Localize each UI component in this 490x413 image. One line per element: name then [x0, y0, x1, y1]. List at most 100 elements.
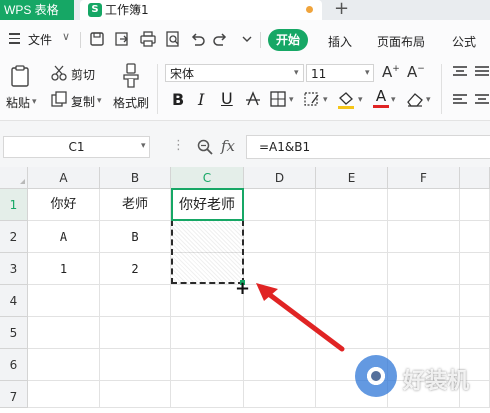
align-center-icon[interactable]: [474, 92, 490, 112]
chevron-down-icon[interactable]: ▾: [365, 68, 370, 78]
row-header-3[interactable]: 3: [0, 253, 28, 285]
cell-f1[interactable]: [388, 189, 460, 221]
column-header-g[interactable]: [460, 167, 490, 189]
row-header-2[interactable]: 2: [0, 221, 28, 253]
chevron-down-icon[interactable]: ▾: [294, 68, 299, 78]
cell-e2[interactable]: [316, 221, 388, 253]
clear-format-icon[interactable]: [405, 90, 425, 112]
copy-button[interactable]: 复制: [71, 93, 95, 110]
print-preview-icon[interactable]: [164, 30, 182, 48]
cell-f3[interactable]: [388, 253, 460, 285]
chevron-down-icon[interactable]: ▾: [141, 141, 146, 151]
undo-icon[interactable]: [188, 30, 206, 48]
chevron-down-icon[interactable]: ▾: [358, 95, 363, 105]
cell-style-icon[interactable]: [303, 90, 321, 112]
insert-function-button[interactable]: fx: [221, 137, 235, 155]
cell-b3[interactable]: 2: [100, 253, 171, 285]
font-name-select[interactable]: 宋体: [165, 64, 304, 82]
select-all-corner[interactable]: [0, 167, 28, 189]
paste-icon[interactable]: [10, 64, 32, 92]
column-header-f[interactable]: F: [388, 167, 460, 189]
cell-f5[interactable]: [388, 317, 460, 349]
cell-g4[interactable]: [460, 285, 490, 317]
chevron-down-icon[interactable]: ▾: [426, 95, 431, 105]
cell-b1[interactable]: 老师: [100, 189, 171, 221]
tab-page-layout[interactable]: 页面布局: [377, 33, 425, 50]
row-header-7[interactable]: 7: [0, 381, 28, 408]
cell-a1[interactable]: 你好: [28, 189, 100, 221]
column-header-c[interactable]: C: [171, 167, 244, 189]
cell-a4[interactable]: [28, 285, 100, 317]
cell-g1[interactable]: [460, 189, 490, 221]
cell-b7[interactable]: [100, 381, 171, 408]
copy-icon[interactable]: [51, 91, 67, 111]
cell-a7[interactable]: [28, 381, 100, 408]
cell-a5[interactable]: [28, 317, 100, 349]
tab-insert[interactable]: 插入: [328, 33, 352, 50]
decrease-font-size-button[interactable]: A−: [407, 63, 425, 81]
bold-button[interactable]: B: [172, 90, 184, 109]
align-middle-icon[interactable]: [474, 64, 490, 84]
cell-d7[interactable]: [244, 381, 316, 408]
scissors-icon[interactable]: [50, 64, 68, 86]
chevron-down-icon[interactable]: ▾: [32, 97, 37, 107]
cell-c6[interactable]: [171, 349, 244, 381]
paste-button[interactable]: 粘贴: [6, 94, 30, 111]
column-header-e[interactable]: E: [316, 167, 388, 189]
chevron-down-icon[interactable]: ▾: [289, 95, 294, 105]
column-header-b[interactable]: B: [100, 167, 171, 189]
fill-color-icon[interactable]: [336, 90, 356, 114]
cell-d2[interactable]: [244, 221, 316, 253]
chevron-down-icon[interactable]: ▾: [97, 96, 102, 106]
export-icon[interactable]: [113, 30, 131, 48]
redo-icon[interactable]: [212, 30, 230, 48]
cell-c5[interactable]: [171, 317, 244, 349]
cell-f2[interactable]: [388, 221, 460, 253]
increase-font-size-button[interactable]: A+: [382, 63, 400, 81]
name-box[interactable]: C1: [3, 136, 150, 158]
column-header-d[interactable]: D: [244, 167, 316, 189]
cell-b6[interactable]: [100, 349, 171, 381]
print-icon[interactable]: [139, 30, 157, 48]
row-header-6[interactable]: 6: [0, 349, 28, 381]
menu-file[interactable]: 文件: [28, 31, 52, 48]
row-header-5[interactable]: 5: [0, 317, 28, 349]
formula-input[interactable]: =A1&B1: [246, 135, 490, 159]
tab-formulas[interactable]: 公式: [452, 33, 476, 50]
zoom-icon[interactable]: [196, 138, 214, 160]
cell-g2[interactable]: [460, 221, 490, 253]
cell-b2[interactable]: B: [100, 221, 171, 253]
save-icon[interactable]: [88, 30, 106, 48]
app-home-tab[interactable]: WPS 表格: [0, 0, 74, 20]
chevron-down-icon[interactable]: ∨: [62, 30, 70, 43]
cell-b5[interactable]: [100, 317, 171, 349]
cell-a2[interactable]: A: [28, 221, 100, 253]
row-header-1[interactable]: 1: [0, 189, 28, 221]
cell-c4[interactable]: [171, 285, 244, 317]
more-chevron-icon[interactable]: [238, 30, 256, 48]
row-header-4[interactable]: 4: [0, 285, 28, 317]
cell-a3[interactable]: 1: [28, 253, 100, 285]
format-painter-button[interactable]: 格式刷: [113, 94, 149, 111]
cell-b4[interactable]: [100, 285, 171, 317]
hamburger-menu-icon[interactable]: [9, 33, 20, 45]
cell-g3[interactable]: [460, 253, 490, 285]
underline-button[interactable]: U: [221, 89, 233, 108]
new-tab-button[interactable]: +: [334, 0, 349, 19]
cut-button[interactable]: 剪切: [71, 66, 95, 83]
strikethrough-icon[interactable]: [244, 90, 262, 112]
cell-e1[interactable]: [316, 189, 388, 221]
cell-f4[interactable]: [388, 285, 460, 317]
font-color-button[interactable]: A: [373, 88, 389, 108]
cell-d1[interactable]: [244, 189, 316, 221]
borders-icon[interactable]: [269, 90, 287, 112]
tab-home-start[interactable]: 开始: [268, 29, 308, 51]
cell-a6[interactable]: [28, 349, 100, 381]
font-size-select[interactable]: 11: [306, 64, 374, 82]
cell-c7[interactable]: [171, 381, 244, 408]
align-left-icon[interactable]: [452, 92, 468, 112]
chevron-down-icon[interactable]: ▾: [323, 95, 328, 105]
align-top-icon[interactable]: [452, 64, 468, 84]
column-header-a[interactable]: A: [28, 167, 100, 189]
chevron-down-icon[interactable]: ▾: [391, 95, 396, 105]
